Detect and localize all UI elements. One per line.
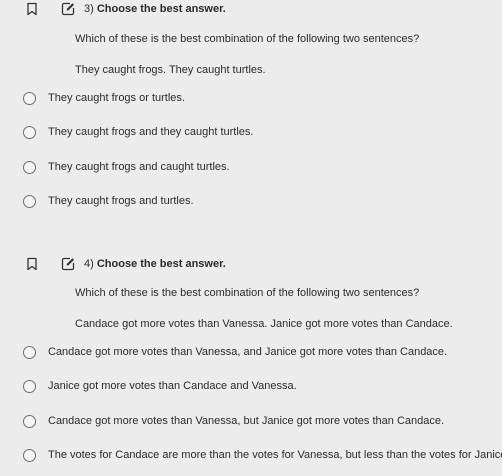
question-4-option-c[interactable]: Candace got more votes than Vanessa, but… [23,412,444,430]
question-3-header: 3) Choose the best answer. [24,0,226,18]
question-4-header: 4) Choose the best answer. [24,255,226,273]
option-label: They caught frogs and turtles. [48,195,194,207]
question-4-prompt: Which of these is the best combination o… [75,287,420,299]
radio-button[interactable] [23,160,36,174]
option-label: Candace got more votes than Vanessa, but… [48,415,445,427]
radio-button[interactable] [23,345,36,359]
radio-button[interactable] [23,448,36,462]
question-3-option-b[interactable]: They caught frogs and they caught turtle… [23,123,253,141]
option-label: Janice got more votes than Candace and V… [48,380,297,392]
question-4-option-b[interactable]: Janice got more votes than Candace and V… [23,377,297,395]
option-label: They caught frogs and caught turtles. [48,161,230,173]
edit-icon[interactable] [60,256,76,272]
question-3-prompt: Which of these is the best combination o… [75,33,420,45]
radio-button[interactable] [23,194,36,208]
question-3-sentences: They caught frogs. They caught turtles. [75,64,266,76]
option-label: They caught frogs and they caught turtle… [48,126,254,138]
radio-button[interactable] [23,414,36,428]
question-4-sentences: Candace got more votes than Vanessa. Jan… [75,318,453,330]
bookmark-icon[interactable] [24,256,40,272]
bookmark-icon[interactable] [24,1,40,17]
question-3-option-a[interactable]: They caught frogs or turtles. [23,89,185,107]
question-4-option-a[interactable]: Candace got more votes than Vanessa, and… [23,343,447,361]
option-label: The votes for Candace are more than the … [48,449,502,461]
question-3-title: 3) Choose the best answer. [84,3,226,15]
radio-button[interactable] [23,125,36,139]
radio-button[interactable] [23,91,36,105]
option-label: Candace got more votes than Vanessa, and… [48,346,448,358]
question-3-option-c[interactable]: They caught frogs and caught turtles. [23,158,230,176]
option-label: They caught frogs or turtles. [48,92,185,104]
radio-button[interactable] [23,379,36,393]
question-4-title: 4) Choose the best answer. [84,258,226,270]
edit-icon[interactable] [60,1,76,17]
question-4-option-d[interactable]: The votes for Candace are more than the … [23,446,502,464]
question-3-option-d[interactable]: They caught frogs and turtles. [23,192,194,210]
